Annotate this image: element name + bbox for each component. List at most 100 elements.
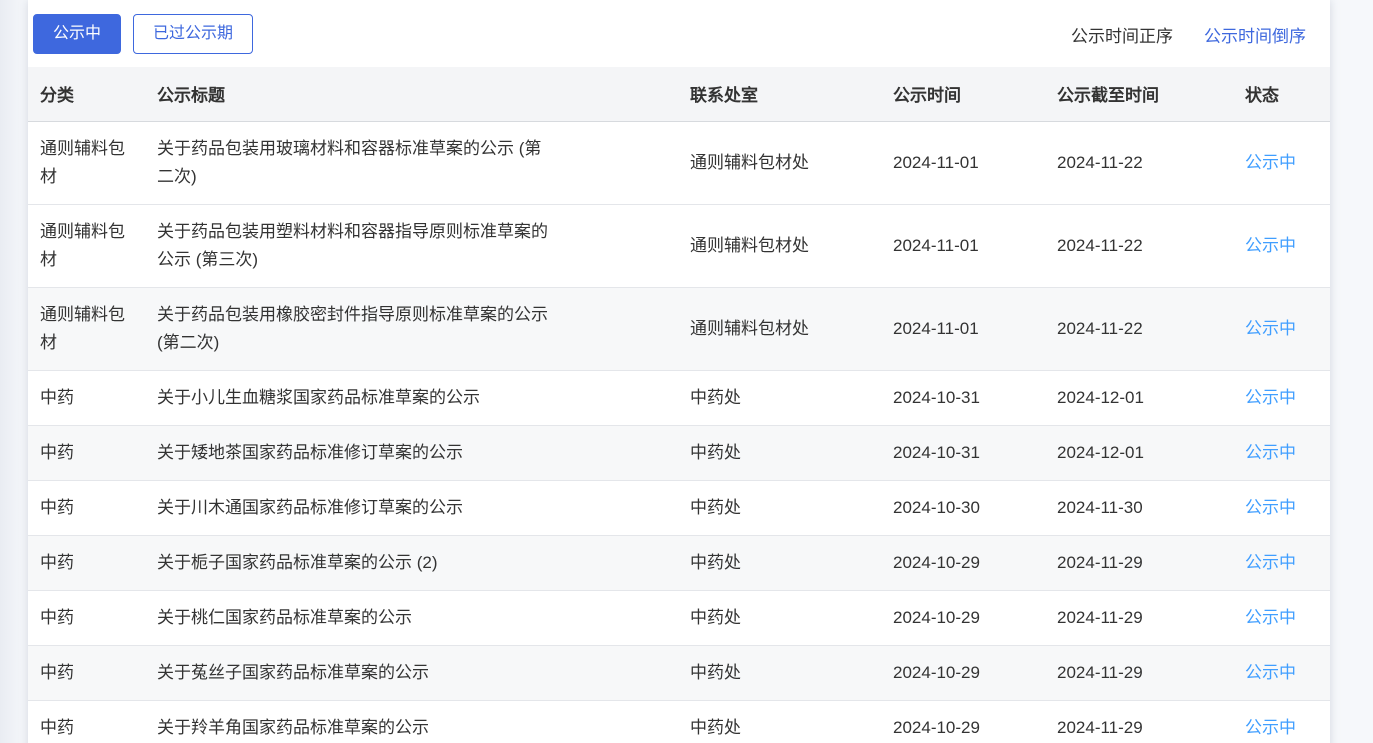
title-cell: 关于羚羊角国家药品标准草案的公示 bbox=[145, 701, 678, 743]
table-body: 通则辅料包材 关于药品包装用玻璃材料和容器标准草案的公示 (第二次) 通则辅料包… bbox=[28, 121, 1330, 743]
status-cell: 公示中 bbox=[1233, 646, 1330, 701]
header-title: 公示标题 bbox=[145, 67, 678, 121]
status-cell: 公示中 bbox=[1233, 535, 1330, 590]
table-row[interactable]: 中药 关于菟丝子国家药品标准草案的公示 中药处 2024-10-29 2024-… bbox=[28, 646, 1330, 701]
header-status: 状态 bbox=[1233, 67, 1330, 121]
filter-expired-button[interactable]: 已过公示期 bbox=[133, 14, 253, 54]
filter-toolbar: 公示中 已过公示期 公示时间正序 公示时间倒序 bbox=[28, 0, 1330, 67]
title-cell: 关于小儿生血糖浆国家药品标准草案的公示 bbox=[145, 370, 678, 425]
announcement-title[interactable]: 关于矮地茶国家药品标准修订草案的公示 bbox=[157, 439, 463, 467]
category-cell: 中药 bbox=[28, 701, 145, 743]
status-link[interactable]: 公示中 bbox=[1245, 663, 1296, 682]
status-link[interactable]: 公示中 bbox=[1245, 443, 1296, 462]
status-link[interactable]: 公示中 bbox=[1245, 319, 1296, 338]
title-cell: 关于栀子国家药品标准草案的公示 (2) bbox=[145, 535, 678, 590]
header-office: 联系处室 bbox=[678, 67, 881, 121]
announcement-title[interactable]: 关于栀子国家药品标准草案的公示 (2) bbox=[157, 549, 438, 577]
table-row[interactable]: 通则辅料包材 关于药品包装用玻璃材料和容器标准草案的公示 (第二次) 通则辅料包… bbox=[28, 121, 1330, 204]
status-cell: 公示中 bbox=[1233, 287, 1330, 370]
category-cell: 中药 bbox=[28, 590, 145, 645]
category-cell: 中药 bbox=[28, 535, 145, 590]
office-cell: 中药处 bbox=[678, 425, 881, 480]
start-date-cell: 2024-10-29 bbox=[881, 535, 1045, 590]
end-date-cell: 2024-11-29 bbox=[1045, 590, 1233, 645]
status-cell: 公示中 bbox=[1233, 701, 1330, 743]
table-row[interactable]: 通则辅料包材 关于药品包装用橡胶密封件指导原则标准草案的公示 (第二次) 通则辅… bbox=[28, 287, 1330, 370]
status-cell: 公示中 bbox=[1233, 204, 1330, 287]
category-cell: 通则辅料包材 bbox=[28, 287, 145, 370]
table-row[interactable]: 中药 关于桃仁国家药品标准草案的公示 中药处 2024-10-29 2024-1… bbox=[28, 590, 1330, 645]
category-cell: 中药 bbox=[28, 646, 145, 701]
table-header-row: 分类 公示标题 联系处室 公示时间 公示截至时间 状态 bbox=[28, 67, 1330, 121]
office-cell: 中药处 bbox=[678, 535, 881, 590]
sort-time-desc-link[interactable]: 公示时间倒序 bbox=[1204, 22, 1306, 47]
table-row[interactable]: 中药 关于小儿生血糖浆国家药品标准草案的公示 中药处 2024-10-31 20… bbox=[28, 370, 1330, 425]
office-cell: 通则辅料包材处 bbox=[678, 121, 881, 204]
start-date-cell: 2024-10-30 bbox=[881, 480, 1045, 535]
start-date-cell: 2024-10-29 bbox=[881, 701, 1045, 743]
category-cell: 通则辅料包材 bbox=[28, 121, 145, 204]
announcement-title[interactable]: 关于药品包装用塑料材料和容器指导原则标准草案的公示 (第三次) bbox=[157, 218, 555, 274]
category-cell: 中药 bbox=[28, 425, 145, 480]
status-link[interactable]: 公示中 bbox=[1245, 718, 1296, 737]
office-cell: 通则辅料包材处 bbox=[678, 287, 881, 370]
title-cell: 关于川木通国家药品标准修订草案的公示 bbox=[145, 480, 678, 535]
content-card: 公示中 已过公示期 公示时间正序 公示时间倒序 分类 公示标题 联系处室 公示时… bbox=[28, 0, 1330, 743]
status-link[interactable]: 公示中 bbox=[1245, 388, 1296, 407]
status-cell: 公示中 bbox=[1233, 480, 1330, 535]
sort-time-asc-link[interactable]: 公示时间正序 bbox=[1071, 22, 1173, 47]
status-link[interactable]: 公示中 bbox=[1245, 553, 1296, 572]
announcement-title[interactable]: 关于药品包装用玻璃材料和容器标准草案的公示 (第二次) bbox=[157, 135, 555, 191]
status-link[interactable]: 公示中 bbox=[1245, 236, 1296, 255]
office-cell: 中药处 bbox=[678, 701, 881, 743]
category-cell: 通则辅料包材 bbox=[28, 204, 145, 287]
status-cell: 公示中 bbox=[1233, 425, 1330, 480]
status-cell: 公示中 bbox=[1233, 370, 1330, 425]
announcement-title[interactable]: 关于菟丝子国家药品标准草案的公示 bbox=[157, 659, 429, 687]
start-date-cell: 2024-10-31 bbox=[881, 425, 1045, 480]
announcement-title[interactable]: 关于川木通国家药品标准修订草案的公示 bbox=[157, 494, 463, 522]
start-date-cell: 2024-11-01 bbox=[881, 287, 1045, 370]
office-cell: 中药处 bbox=[678, 370, 881, 425]
office-cell: 中药处 bbox=[678, 480, 881, 535]
office-cell: 通则辅料包材处 bbox=[678, 204, 881, 287]
end-date-cell: 2024-11-22 bbox=[1045, 121, 1233, 204]
status-link[interactable]: 公示中 bbox=[1245, 153, 1296, 172]
header-start: 公示时间 bbox=[881, 67, 1045, 121]
category-cell: 中药 bbox=[28, 370, 145, 425]
start-date-cell: 2024-11-01 bbox=[881, 121, 1045, 204]
announcement-title[interactable]: 关于小儿生血糖浆国家药品标准草案的公示 bbox=[157, 384, 480, 412]
end-date-cell: 2024-11-29 bbox=[1045, 646, 1233, 701]
office-cell: 中药处 bbox=[678, 590, 881, 645]
status-cell: 公示中 bbox=[1233, 121, 1330, 204]
page-background: 公示中 已过公示期 公示时间正序 公示时间倒序 分类 公示标题 联系处室 公示时… bbox=[0, 0, 1373, 743]
announcement-title[interactable]: 关于药品包装用橡胶密封件指导原则标准草案的公示 (第二次) bbox=[157, 301, 555, 357]
announcement-title[interactable]: 关于桃仁国家药品标准草案的公示 bbox=[157, 604, 412, 632]
start-date-cell: 2024-11-01 bbox=[881, 204, 1045, 287]
header-category: 分类 bbox=[28, 67, 145, 121]
title-cell: 关于矮地茶国家药品标准修订草案的公示 bbox=[145, 425, 678, 480]
title-cell: 关于药品包装用玻璃材料和容器标准草案的公示 (第二次) bbox=[145, 121, 678, 204]
announcement-title[interactable]: 关于羚羊角国家药品标准草案的公示 bbox=[157, 714, 429, 742]
table-row[interactable]: 中药 关于矮地茶国家药品标准修订草案的公示 中药处 2024-10-31 202… bbox=[28, 425, 1330, 480]
start-date-cell: 2024-10-31 bbox=[881, 370, 1045, 425]
filter-active-button[interactable]: 公示中 bbox=[33, 14, 121, 54]
status-link[interactable]: 公示中 bbox=[1245, 608, 1296, 627]
end-date-cell: 2024-11-22 bbox=[1045, 287, 1233, 370]
announcement-table: 分类 公示标题 联系处室 公示时间 公示截至时间 状态 通则辅料包材 关于药品包… bbox=[28, 67, 1330, 743]
table-row[interactable]: 中药 关于羚羊角国家药品标准草案的公示 中药处 2024-10-29 2024-… bbox=[28, 701, 1330, 743]
header-end: 公示截至时间 bbox=[1045, 67, 1233, 121]
table-row[interactable]: 中药 关于川木通国家药品标准修订草案的公示 中药处 2024-10-30 202… bbox=[28, 480, 1330, 535]
status-link[interactable]: 公示中 bbox=[1245, 498, 1296, 517]
status-cell: 公示中 bbox=[1233, 590, 1330, 645]
title-cell: 关于药品包装用橡胶密封件指导原则标准草案的公示 (第二次) bbox=[145, 287, 678, 370]
end-date-cell: 2024-12-01 bbox=[1045, 425, 1233, 480]
end-date-cell: 2024-11-29 bbox=[1045, 701, 1233, 743]
end-date-cell: 2024-11-22 bbox=[1045, 204, 1233, 287]
table-row[interactable]: 通则辅料包材 关于药品包装用塑料材料和容器指导原则标准草案的公示 (第三次) 通… bbox=[28, 204, 1330, 287]
end-date-cell: 2024-11-29 bbox=[1045, 535, 1233, 590]
start-date-cell: 2024-10-29 bbox=[881, 590, 1045, 645]
table-row[interactable]: 中药 关于栀子国家药品标准草案的公示 (2) 中药处 2024-10-29 20… bbox=[28, 535, 1330, 590]
title-cell: 关于菟丝子国家药品标准草案的公示 bbox=[145, 646, 678, 701]
office-cell: 中药处 bbox=[678, 646, 881, 701]
